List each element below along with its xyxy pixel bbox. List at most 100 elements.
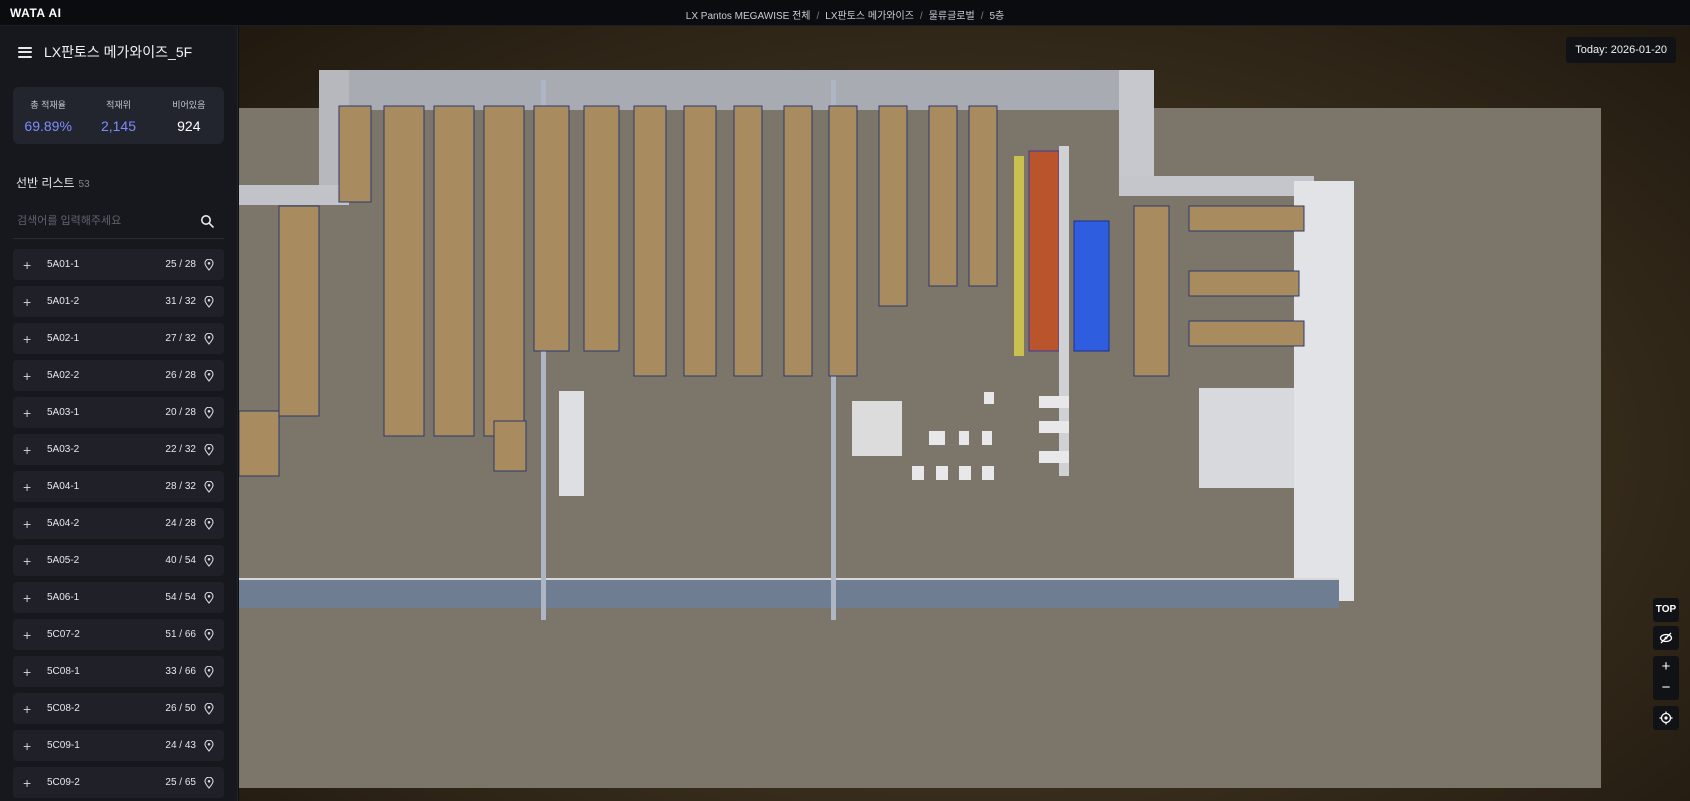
shelf-name: 5C09-1 (47, 740, 80, 751)
shelf-count: 22 / 32 (165, 444, 196, 455)
expand-plus-icon[interactable]: + (23, 258, 37, 272)
rack (968, 105, 998, 287)
shelf-list: +5A01-1 25 / 28 +5A01-2 31 / 32 +5A02-1 27 / … (0, 249, 237, 798)
expand-plus-icon[interactable]: + (23, 739, 37, 753)
stat-loaded: 적재위 2,145 (83, 87, 153, 144)
location-pin-icon[interactable] (204, 258, 214, 271)
expand-plus-icon[interactable]: + (23, 776, 37, 790)
visibility-toggle-button[interactable] (1653, 626, 1679, 650)
top-bar: WATA AI LX Pantos MEGAWISE 전체 / LX판토스 메가와이… (0, 0, 1690, 26)
location-pin-icon[interactable] (204, 369, 214, 382)
expand-plus-icon[interactable]: + (23, 369, 37, 383)
location-pin-icon[interactable] (204, 332, 214, 345)
expand-plus-icon[interactable]: + (23, 517, 37, 531)
location-pin-icon[interactable] (204, 517, 214, 530)
rack-yellow (1014, 156, 1024, 356)
shelf-list-item[interactable]: +5C07-2 51 / 66 (13, 619, 224, 650)
expand-plus-icon[interactable]: + (23, 554, 37, 568)
expand-plus-icon[interactable]: + (23, 591, 37, 605)
rack (1133, 205, 1170, 377)
shelf-name: 5A02-2 (47, 370, 80, 381)
rack (633, 105, 667, 377)
shelf-name: 5A03-1 (47, 407, 80, 418)
shelf-list-item[interactable]: +5C08-1 33 / 66 (13, 656, 224, 687)
shelf-list-item[interactable]: +5A04-1 28 / 32 (13, 471, 224, 502)
location-pin-icon[interactable] (204, 702, 214, 715)
shelf-list-item[interactable]: +5A05-2 40 / 54 (13, 545, 224, 576)
breadcrumb-item[interactable]: 물류글로벌 (929, 11, 975, 22)
location-pin-icon[interactable] (204, 480, 214, 493)
wall-block-east (1199, 388, 1294, 488)
shelf-list-item[interactable]: +5C09-1 24 / 43 (13, 730, 224, 761)
rack (583, 105, 620, 352)
warehouse-3d-view[interactable]: Today: 2026-01-20 TOP + − (239, 26, 1690, 801)
breadcrumb-item[interactable]: 5층 (989, 11, 1004, 22)
today-date-label: Today: 2026-01-20 (1566, 37, 1676, 63)
eye-off-icon (1659, 632, 1673, 644)
shelf-name: 5A05-2 (47, 555, 80, 566)
expand-plus-icon[interactable]: + (23, 443, 37, 457)
shelf-count: 31 / 32 (165, 296, 196, 307)
stat-label: 적재위 (106, 100, 131, 110)
location-target-icon (1659, 711, 1673, 725)
breadcrumb-item[interactable]: LX Pantos MEGAWISE 전체 (686, 11, 811, 22)
hamburger-menu-icon[interactable] (18, 46, 32, 58)
expand-plus-icon[interactable]: + (23, 665, 37, 679)
zoom-out-button[interactable]: − (1653, 678, 1679, 700)
location-pin-icon[interactable] (204, 443, 214, 456)
shelf-list-item[interactable]: +5C08-2 26 / 50 (13, 693, 224, 724)
shelf-name: 5A01-2 (47, 296, 80, 307)
expand-plus-icon[interactable]: + (23, 702, 37, 716)
location-pin-icon[interactable] (204, 554, 214, 567)
expand-plus-icon[interactable]: + (23, 628, 37, 642)
stat-label: 총 적재율 (30, 100, 66, 110)
zoom-in-button[interactable]: + (1653, 656, 1679, 678)
rack (338, 105, 372, 203)
zoom-controls: + − (1653, 656, 1679, 700)
rack-blue (1073, 220, 1110, 352)
shelf-count: 20 / 28 (165, 407, 196, 418)
location-pin-icon[interactable] (204, 295, 214, 308)
location-pin-icon[interactable] (204, 665, 214, 678)
locate-button[interactable] (1653, 706, 1679, 730)
search-box (13, 206, 224, 239)
rack (928, 105, 958, 287)
shelf-list-item[interactable]: +5A01-2 31 / 32 (13, 286, 224, 317)
shelf-list-item[interactable]: +5A06-1 54 / 54 (13, 582, 224, 613)
rack (533, 105, 570, 352)
expand-plus-icon[interactable]: + (23, 406, 37, 420)
expand-plus-icon[interactable]: + (23, 332, 37, 346)
shelf-list-item[interactable]: +5A01-1 25 / 28 (13, 249, 224, 280)
shelf-list-item[interactable]: +5C09-2 25 / 65 (13, 767, 224, 798)
rack (239, 410, 280, 477)
shelf-list-item[interactable]: +5A03-1 20 / 28 (13, 397, 224, 428)
expand-plus-icon[interactable]: + (23, 295, 37, 309)
top-view-button[interactable]: TOP (1653, 598, 1679, 622)
shelf-list-header: 선반 리스트 53 (0, 144, 237, 191)
shelf-list-item[interactable]: +5A02-2 26 / 28 (13, 360, 224, 391)
location-pin-icon[interactable] (204, 591, 214, 604)
location-pin-icon[interactable] (204, 406, 214, 419)
search-icon[interactable] (200, 214, 214, 228)
stat-empty: 비어있음 924 (154, 87, 224, 144)
dock-south (239, 578, 1339, 608)
sidebar-title: LX판토스 메가와이즈_5F (44, 44, 193, 60)
breadcrumb-item[interactable]: LX판토스 메가와이즈 (825, 11, 914, 22)
rack (278, 205, 320, 417)
location-pin-icon[interactable] (204, 628, 214, 641)
shelf-name: 5C07-2 (47, 629, 80, 640)
search-input[interactable] (13, 206, 224, 236)
location-pin-icon[interactable] (204, 739, 214, 752)
shelf-list-item[interactable]: +5A02-1 27 / 32 (13, 323, 224, 354)
shelf-name: 5A06-1 (47, 592, 80, 603)
shelf-list-count: 53 (78, 179, 90, 190)
shelf-list-item[interactable]: +5A03-2 22 / 32 (13, 434, 224, 465)
stat-value: 69.89% (24, 118, 72, 134)
wall-north (319, 70, 1154, 110)
stat-label: 비어있음 (172, 100, 206, 110)
shelf-name: 5A02-1 (47, 333, 80, 344)
expand-plus-icon[interactable]: + (23, 480, 37, 494)
shelf-name: 5A03-2 (47, 444, 80, 455)
location-pin-icon[interactable] (204, 776, 214, 789)
shelf-list-item[interactable]: +5A04-2 24 / 28 (13, 508, 224, 539)
